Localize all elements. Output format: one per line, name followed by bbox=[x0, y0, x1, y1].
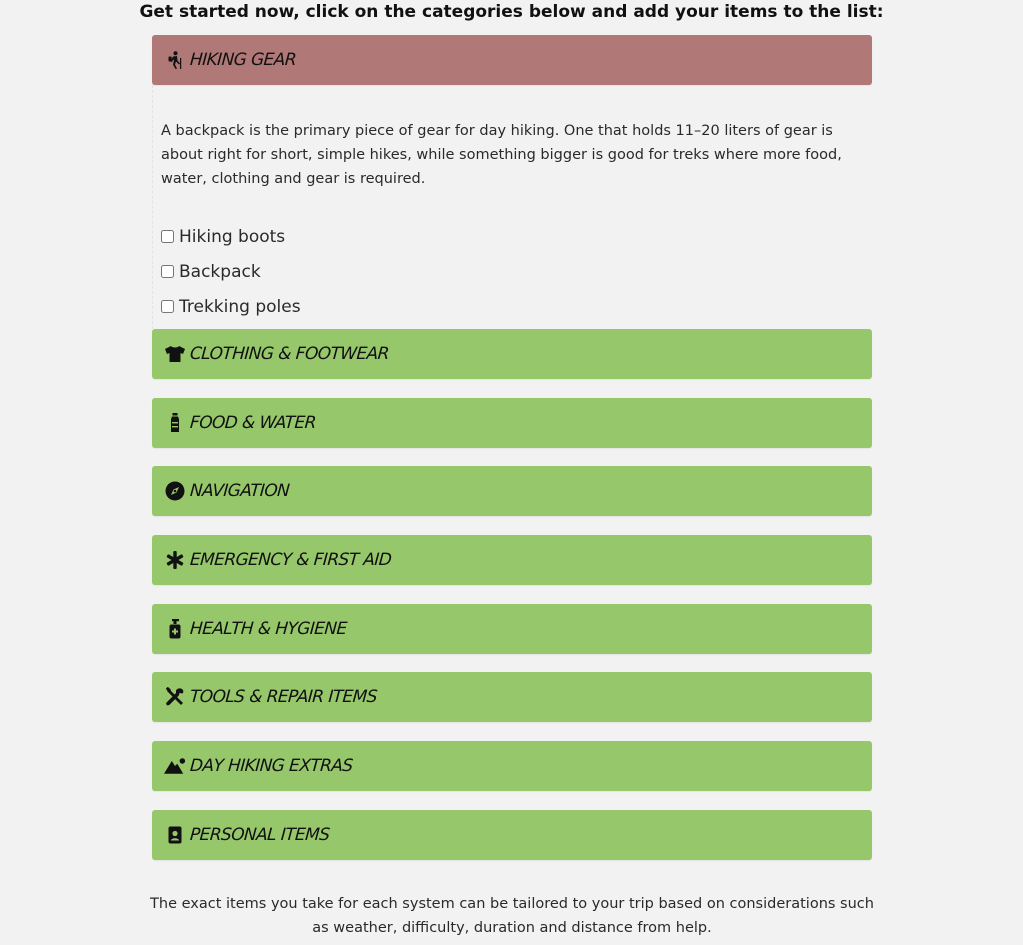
category-label: Food & Water bbox=[189, 412, 317, 433]
checklist: Hiking boots Backpack Trekking poles bbox=[161, 219, 864, 324]
category-panel-hiking-gear: A backpack is the primary piece of gear … bbox=[152, 85, 872, 329]
category-header-clothing-footwear[interactable]: Clothing & Footwear bbox=[152, 329, 872, 379]
item-label: Trekking poles bbox=[179, 296, 301, 317]
asterisk-icon bbox=[164, 549, 186, 571]
item-checkbox[interactable] bbox=[161, 265, 174, 278]
category-header-navigation[interactable]: Navigation bbox=[152, 466, 872, 517]
list-item: Hiking boots bbox=[161, 219, 864, 254]
mountain-sun-icon bbox=[164, 755, 186, 777]
item-label: Hiking boots bbox=[179, 226, 286, 247]
category-label: Day hiking extras bbox=[189, 756, 354, 777]
category-header-personal-items[interactable]: Personal items bbox=[152, 809, 872, 860]
intro-heading: Get started now, click on the categories… bbox=[139, 2, 884, 22]
category-header-health-hygiene[interactable]: Health & Hygiene bbox=[152, 603, 872, 654]
category-accordion: Hiking gear A backpack is the primary pi… bbox=[152, 35, 872, 879]
list-item: Trekking poles bbox=[161, 289, 864, 324]
tools-icon bbox=[164, 686, 186, 708]
category-description: A backpack is the primary piece of gear … bbox=[161, 123, 842, 187]
pump-bottle-icon bbox=[164, 618, 186, 640]
item-checkbox[interactable] bbox=[161, 300, 174, 313]
category-header-day-hiking-extras[interactable]: Day hiking extras bbox=[152, 741, 872, 792]
footer-note: The exact items you take for each system… bbox=[150, 896, 874, 936]
hiking-person-icon bbox=[164, 49, 186, 71]
category-label: Clothing & Footwear bbox=[189, 344, 390, 364]
bottle-icon bbox=[164, 412, 186, 434]
category-header-emergency-first-aid[interactable]: Emergency & First aid bbox=[152, 535, 872, 586]
item-label: Backpack bbox=[179, 261, 261, 282]
category-label: Hiking gear bbox=[189, 50, 297, 70]
category-label: Navigation bbox=[189, 481, 290, 502]
compass-icon bbox=[164, 480, 186, 502]
category-label: Health & Hygiene bbox=[189, 618, 348, 639]
list-item: Backpack bbox=[161, 254, 864, 289]
tshirt-icon bbox=[164, 343, 186, 365]
category-label: Emergency & First aid bbox=[189, 550, 392, 571]
category-header-food-water[interactable]: Food & Water bbox=[152, 397, 872, 448]
category-header-hiking-gear[interactable]: Hiking gear bbox=[152, 35, 872, 85]
category-header-tools-repair[interactable]: Tools & Repair items bbox=[152, 672, 872, 723]
category-label: Tools & Repair items bbox=[189, 687, 378, 708]
id-badge-icon bbox=[164, 824, 186, 846]
item-checkbox[interactable] bbox=[161, 230, 174, 243]
closed-categories: Clothing & Footwear Food & Water bbox=[152, 329, 872, 860]
category-label: Personal items bbox=[189, 824, 331, 845]
